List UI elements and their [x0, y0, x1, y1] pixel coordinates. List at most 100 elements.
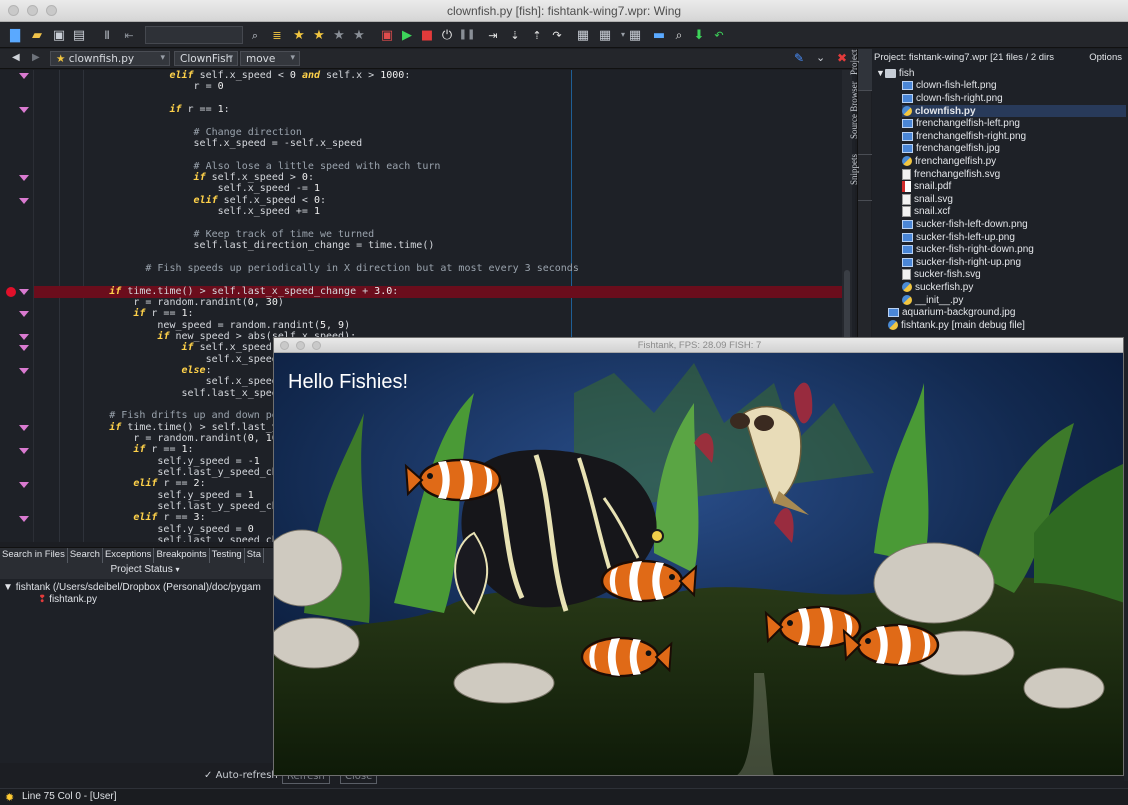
project-tree-item[interactable]: fishtank.py [main debug file]	[888, 319, 1126, 332]
fold-toggle[interactable]	[19, 424, 29, 431]
code-line[interactable]: r = random.randint(0, 100)	[37, 433, 290, 444]
code-line[interactable]: if self.x_speed < 0:	[37, 342, 302, 353]
move-down-icon[interactable]: ⬇	[690, 26, 708, 44]
project-tree-item[interactable]: clown-fish-right.png	[902, 92, 1126, 105]
find-icon[interactable]: ⌕	[670, 26, 688, 44]
fold-toggle[interactable]	[19, 481, 29, 488]
code-line[interactable]: if r == 1:	[37, 308, 193, 319]
project-tree-item[interactable]: sucker-fish-left-up.png	[902, 231, 1126, 244]
project-tree-item[interactable]: sucker-fish-right-down.png	[902, 243, 1126, 256]
fold-toggle[interactable]	[19, 73, 29, 79]
bottom-tab[interactable]: Search in Files	[0, 548, 68, 563]
project-tree-item[interactable]: sucker-fish-right-up.png	[902, 256, 1126, 269]
stack-icon[interactable]: ▦	[574, 26, 592, 44]
code-line[interactable]: # Change direction	[37, 127, 302, 138]
pause-icon[interactable]: ❚❚	[458, 26, 476, 44]
project-tree-item[interactable]: snail.svg	[902, 193, 1126, 206]
code-line[interactable]: self.x_speed += 1	[37, 206, 320, 217]
project-tree-item[interactable]: clown-fish-left.png	[902, 80, 1126, 93]
project-tree-item[interactable]: frenchangelfish.py	[902, 155, 1126, 168]
tab-project[interactable]: Project	[849, 49, 872, 91]
new-file-icon[interactable]: ▇	[6, 26, 24, 44]
code-line[interactable]: r = random.randint(0, 30)	[37, 297, 284, 308]
nav-back-icon[interactable]: ◀	[12, 52, 20, 63]
bottom-tab[interactable]: Sta	[245, 548, 264, 563]
code-line[interactable]: self.y_speed = -1	[37, 456, 259, 467]
toolbar-search-input[interactable]	[145, 26, 243, 44]
step-icon[interactable]: ⇥	[484, 26, 502, 44]
code-line[interactable]: elif self.x_speed < 0 and self.x > 1000:	[37, 70, 410, 81]
project-tree-item[interactable]: aquarium-background.jpg	[888, 306, 1126, 319]
replace-icon[interactable]: ≣	[268, 26, 286, 44]
code-line[interactable]: else:	[37, 365, 212, 376]
code-line[interactable]: r = 0	[37, 81, 224, 92]
method-selector[interactable]: move ▾	[240, 51, 300, 66]
fold-toggle[interactable]	[19, 197, 29, 204]
step-out-icon[interactable]: ⇡	[528, 26, 546, 44]
project-tree-item[interactable]: suckerfish.py	[902, 281, 1126, 294]
code-line[interactable]: self.last_direction_change = time.time()	[37, 240, 435, 251]
disclosure-triangle-icon[interactable]: ▼	[876, 68, 885, 78]
fold-toggle[interactable]	[19, 175, 29, 182]
bookmark-icon[interactable]: ★	[290, 26, 308, 44]
display-icon[interactable]: ▬	[650, 26, 668, 44]
debug-file-icon[interactable]: ▣	[378, 26, 396, 44]
fold-toggle[interactable]	[19, 334, 29, 341]
bookmark-clear-icon[interactable]: ★	[350, 26, 368, 44]
project-tree-item[interactable]: frenchangelfish.svg	[902, 168, 1126, 181]
code-line[interactable]: if self.x_speed > 0:	[37, 172, 314, 183]
breakpoint-marker[interactable]	[6, 286, 16, 297]
code-line[interactable]: self.y_speed = 0	[37, 524, 253, 535]
project-tree-item[interactable]: frenchangelfish-right.png	[902, 130, 1126, 143]
watch-icon[interactable]: ▦	[596, 26, 614, 44]
code-line[interactable]	[37, 274, 145, 285]
restart-icon[interactable]: ⏻	[438, 26, 456, 44]
bottom-tab[interactable]: Search	[68, 548, 103, 563]
nav-forward-icon[interactable]: ▶	[32, 52, 40, 63]
project-status-root[interactable]: ▼ fishtank (/Users/sdeibel/Dropbox (Pers…	[3, 582, 261, 593]
fold-toggle[interactable]	[19, 107, 29, 114]
class-selector[interactable]: ClownFish ▾	[174, 51, 238, 66]
project-tree-item[interactable]: __init__.py	[902, 294, 1126, 307]
file-selector[interactable]: ★ clownfish.py ▾	[50, 51, 170, 66]
fold-toggle[interactable]	[19, 345, 29, 352]
open-folder-icon[interactable]: ▰	[28, 26, 46, 44]
options-chevron-icon[interactable]: ⌄	[816, 51, 825, 64]
project-options-button[interactable]: Options	[1089, 52, 1122, 63]
stop-icon[interactable]: ■	[418, 26, 436, 44]
code-line[interactable]: elif self.x_speed < 0:	[37, 195, 326, 206]
code-line[interactable]: # Keep track of time we turned	[37, 229, 375, 240]
bottom-tab[interactable]: Testing	[210, 548, 245, 563]
code-line[interactable]: new_speed = random.randint(5, 9)	[37, 320, 350, 331]
save-icon[interactable]: ▣	[50, 26, 68, 44]
tab-source-browser[interactable]: Source Browser	[849, 81, 872, 155]
bookmark-next-icon[interactable]: ★	[310, 26, 328, 44]
project-tree-item[interactable]: frenchangelfish.jpg	[902, 143, 1126, 156]
step-into-icon[interactable]: ⇣	[506, 26, 524, 44]
fold-toggle[interactable]	[19, 447, 29, 454]
editor-gutter[interactable]	[0, 70, 34, 542]
code-line[interactable]: elif r == 3:	[37, 512, 205, 523]
undo-icon[interactable]: ↶	[710, 26, 728, 44]
module-icon[interactable]: ▦	[626, 26, 644, 44]
search-icon[interactable]: ⌕	[246, 26, 264, 44]
code-line[interactable]: self.x_speed = -self.x_speed	[37, 138, 363, 149]
code-line[interactable]	[37, 93, 145, 104]
fishtank-window[interactable]: Fishtank, FPS: 28.09 FISH: 7 Hello Fishi…	[273, 337, 1124, 776]
project-status-header[interactable]: Project Status ▾	[0, 563, 290, 579]
run-icon[interactable]: ▶	[398, 26, 416, 44]
fold-toggle[interactable]	[19, 368, 29, 375]
bottom-tab[interactable]: Exceptions	[103, 548, 155, 563]
code-line[interactable]: # Fish speeds up periodically in X direc…	[37, 263, 579, 274]
code-line[interactable]	[37, 217, 145, 228]
project-tree-item[interactable]: snail.xcf	[902, 206, 1126, 219]
bookmark-prev-icon[interactable]: ★	[330, 26, 348, 44]
auto-refresh-checkbox[interactable]: ✓ Auto-refresh	[200, 769, 282, 784]
code-line[interactable]	[37, 399, 109, 410]
bottom-tab[interactable]: Breakpoints	[154, 548, 210, 563]
project-tree-item[interactable]: snail.pdf	[902, 180, 1126, 193]
code-line[interactable]: if r == 1:	[37, 444, 193, 455]
project-tree-item[interactable]: sucker-fish-left-down.png	[902, 218, 1126, 231]
code-line[interactable]: if time.time() > self.last_x_speed_chang…	[37, 286, 398, 297]
project-tree-folder[interactable]: ▼ fish	[876, 67, 1126, 80]
